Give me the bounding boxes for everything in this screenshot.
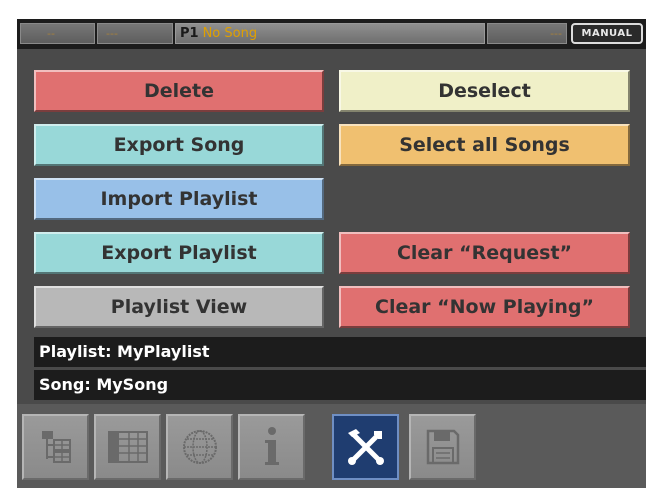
- grid-list-icon: [107, 431, 148, 463]
- playlist-view-button[interactable]: Playlist View: [34, 286, 324, 328]
- bottom-tab-bar: [17, 404, 646, 488]
- song-info: Song: MySong: [34, 370, 646, 400]
- import-playlist-button[interactable]: Import Playlist: [34, 178, 324, 220]
- playlist-info: Playlist: MyPlaylist: [34, 337, 646, 367]
- floppy-disk-icon: [426, 429, 459, 465]
- globe-icon: [182, 430, 217, 464]
- delete-button[interactable]: Delete: [34, 70, 324, 112]
- status-segment-2: ---: [97, 23, 173, 44]
- status-segment-1: --: [20, 23, 95, 44]
- clear-request-button[interactable]: Clear “Request”: [339, 232, 630, 274]
- folder-tree-icon: [41, 431, 71, 463]
- tools-icon: [347, 429, 384, 465]
- tab-grid-list[interactable]: [94, 414, 161, 480]
- tab-globe[interactable]: [166, 414, 233, 480]
- export-playlist-button[interactable]: Export Playlist: [34, 232, 324, 274]
- tab-save[interactable]: [409, 414, 476, 480]
- status-segment-right: ---: [487, 23, 567, 44]
- status-segment-1-text: --: [47, 27, 55, 40]
- current-song-display: P1 No Song: [175, 23, 485, 44]
- status-bar: -- --- P1 No Song --- MANUAL: [17, 19, 646, 49]
- main-panel: Delete Deselect Export Song Select all S…: [17, 49, 646, 404]
- status-segment-2-text: ---: [106, 27, 118, 40]
- song-name: No Song: [202, 26, 258, 41]
- select-all-songs-button[interactable]: Select all Songs: [339, 124, 630, 166]
- player-label: P1: [180, 26, 199, 41]
- status-segment-right-text: ---: [550, 27, 562, 40]
- info-icon: [264, 427, 279, 465]
- screen: -- --- P1 No Song --- MANUAL Delete Desel…: [17, 19, 646, 488]
- mode-badge[interactable]: MANUAL: [571, 23, 643, 44]
- export-song-button[interactable]: Export Song: [34, 124, 324, 166]
- clear-now-playing-button[interactable]: Clear “Now Playing”: [339, 286, 630, 328]
- deselect-button[interactable]: Deselect: [339, 70, 630, 112]
- tab-tools[interactable]: [332, 414, 399, 480]
- tab-info[interactable]: [238, 414, 305, 480]
- tab-folder-tree[interactable]: [22, 414, 89, 480]
